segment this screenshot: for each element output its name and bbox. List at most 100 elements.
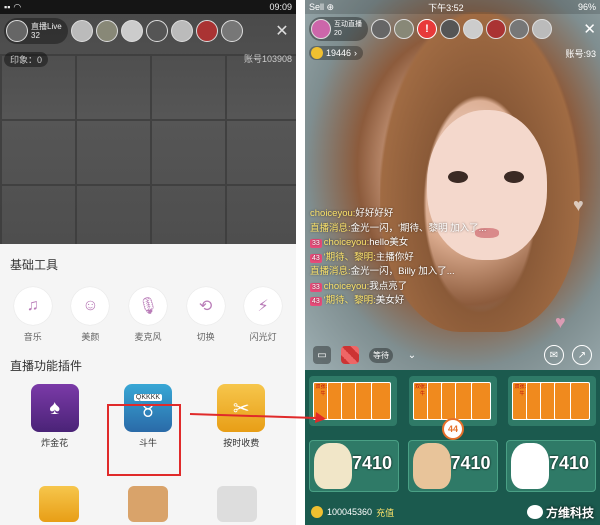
- viewer-avatar[interactable]: [95, 20, 118, 42]
- viewer-avatar[interactable]: [394, 19, 414, 39]
- live-header: 直播Live 32 ✕: [0, 14, 296, 48]
- impression-badge: 印象：0: [4, 52, 49, 67]
- countdown-badge: 44: [442, 418, 464, 440]
- coin-icon: [311, 47, 323, 59]
- viewer-avatar[interactable]: [145, 20, 168, 42]
- share-icon[interactable]: ↗: [572, 345, 592, 365]
- balance: 100045360: [327, 507, 373, 517]
- chat-text: 金光一闪，Billy 加入了...: [350, 266, 455, 277]
- chat-sender: choiceyou:: [310, 208, 356, 219]
- shopping-cart-icon[interactable]: [217, 486, 258, 522]
- tool-label: 音乐: [23, 332, 42, 342]
- bet-area[interactable]: 7410: [309, 440, 399, 492]
- chat-feed: choiceyou:好好好好 直播消息:金光一闪，'期待、黎明 加入了... 3…: [310, 207, 510, 309]
- viewer-avatar[interactable]: [532, 19, 552, 39]
- plugin-card-text: QKKKK: [133, 394, 163, 401]
- heart-icon: ♥: [555, 312, 566, 332]
- chevron-down-icon[interactable]: ⌄: [403, 346, 421, 364]
- switch-camera-icon[interactable]: ⟲: [186, 287, 225, 325]
- viewer-avatar[interactable]: [509, 19, 529, 39]
- basic-tools-row: ♫ 音乐 ☺ 美颜 🎙 麦克风 ⟲ 切换 ⚡ 闪光灯: [0, 273, 296, 343]
- host-count: 32: [31, 31, 40, 40]
- chat-message: 33 choiceyou:我点亮了: [310, 280, 510, 295]
- bet-row: 7410 7410 7410: [309, 440, 596, 492]
- host-label: 直播Live: [31, 22, 62, 31]
- beauty-tool[interactable]: ☺ 美颜: [65, 287, 115, 343]
- game-footer: 100045360 充值 方维科技: [305, 499, 600, 525]
- close-icon[interactable]: ✕: [272, 21, 292, 41]
- floor-tiles: [0, 54, 296, 254]
- bet-area[interactable]: 7410: [407, 440, 498, 492]
- viewer-avatar[interactable]: [120, 20, 143, 42]
- viewer-avatar[interactable]: [195, 20, 218, 42]
- chat-text: 好好好好: [355, 208, 394, 219]
- chat-sender: '期待、黎明:: [323, 295, 376, 306]
- chat-message: 直播消息:金光一闪，Billy 加入了...: [310, 265, 510, 280]
- host-avatar[interactable]: [6, 20, 28, 42]
- chat-text: 美女好: [375, 295, 405, 306]
- message-icon[interactable]: ✉: [544, 345, 564, 365]
- flash-off-icon[interactable]: ⚡: [244, 287, 283, 325]
- game-grid-icon[interactable]: [341, 346, 359, 364]
- eye: [445, 168, 471, 186]
- wait-button[interactable]: 等待: [369, 347, 393, 363]
- bull-mascot-icon: [511, 443, 549, 489]
- room-info: 19446 › 账号:93: [309, 46, 596, 60]
- status-bar: Sell ⊕ 下午3:52 96%: [305, 0, 600, 14]
- switch-camera-tool[interactable]: ⟲ 切换: [181, 287, 231, 343]
- brand-name: 方维科技: [545, 505, 594, 520]
- plugin-icon[interactable]: [38, 486, 79, 522]
- tool-label: 麦克风: [134, 332, 162, 342]
- beauty-icon[interactable]: ☺: [71, 287, 110, 325]
- viewer-avatar[interactable]: [70, 20, 93, 42]
- chat-message: 43 '期待、黎明:美女好: [310, 294, 510, 309]
- viewer-avatar[interactable]: [486, 19, 506, 39]
- bet-area[interactable]: 7410: [506, 440, 596, 492]
- plugin-zhajinhua[interactable]: ♠ 炸金花: [19, 384, 91, 449]
- wechat-icon: [526, 505, 543, 519]
- host-label: 互动直播: [334, 21, 362, 28]
- recharge-link[interactable]: 充值: [376, 506, 394, 519]
- tools-sheet: 基础工具 ♫ 音乐 ☺ 美颜 🎙 麦克风 ⟲ 切换 ⚡ 闪光灯 直播功能插件 ♠…: [0, 244, 296, 525]
- viewer-avatar[interactable]: [440, 19, 460, 39]
- plugin-label: 按时收费: [223, 438, 260, 448]
- divider: [296, 0, 305, 525]
- right-phone-screen: Sell ⊕ 下午3:52 96% 互动直播 20 ! ✕ 19446 › 账号…: [305, 0, 600, 525]
- chat-message: 43 '期待、黎明:主播你好: [310, 251, 510, 266]
- plugin-label: 炸金花: [41, 438, 69, 448]
- heart-icon: ♥: [573, 195, 584, 215]
- bull-mascot-icon: [412, 443, 451, 489]
- host-pill[interactable]: 互动直播 20: [309, 17, 368, 41]
- flash-tool[interactable]: ⚡ 闪光灯: [238, 287, 288, 343]
- close-icon[interactable]: ✕: [583, 20, 596, 38]
- status-bar: ▪▪ ◠ 09:09: [0, 0, 296, 14]
- chat-text: 主播你好: [375, 251, 414, 263]
- viewer-avatar[interactable]: [371, 19, 391, 39]
- coin-count: 19446: [326, 48, 352, 58]
- chat-sender: 直播消息:: [310, 222, 351, 234]
- microphone-icon[interactable]: 🎙: [128, 287, 167, 325]
- left-phone-screen: ▪▪ ◠ 09:09 直播Live 32 ✕ 印象：0 账号103908 基础工…: [0, 0, 296, 525]
- level-badge: 43: [310, 297, 322, 306]
- chat-text: hello美女: [369, 237, 409, 248]
- playing-card: [470, 382, 491, 420]
- viewer-avatar[interactable]: [220, 20, 243, 42]
- viewer-avatar[interactable]: [170, 20, 193, 42]
- alert-icon[interactable]: !: [417, 19, 437, 39]
- auction-hammer-icon[interactable]: [127, 486, 168, 522]
- host-avatar[interactable]: [311, 19, 331, 39]
- music-icon[interactable]: ♫: [13, 287, 52, 325]
- poker-cards-icon[interactable]: ♠: [30, 384, 79, 432]
- camera-preview: [0, 14, 296, 254]
- more-plugins-row: [0, 486, 296, 522]
- selection-highlight: [107, 404, 181, 476]
- viewer-avatar[interactable]: [463, 19, 483, 39]
- plugins-title: 直播功能插件: [10, 359, 83, 373]
- music-tool[interactable]: ♫ 音乐: [8, 287, 58, 343]
- chat-sender: '期待、黎明:: [323, 251, 376, 263]
- host-pill[interactable]: 直播Live 32: [4, 18, 68, 44]
- microphone-tool[interactable]: 🎙 麦克风: [123, 287, 173, 343]
- coin-icon: [311, 506, 323, 518]
- chat-bubble-icon[interactable]: ▭: [313, 346, 331, 364]
- level-badge: 33: [310, 239, 322, 248]
